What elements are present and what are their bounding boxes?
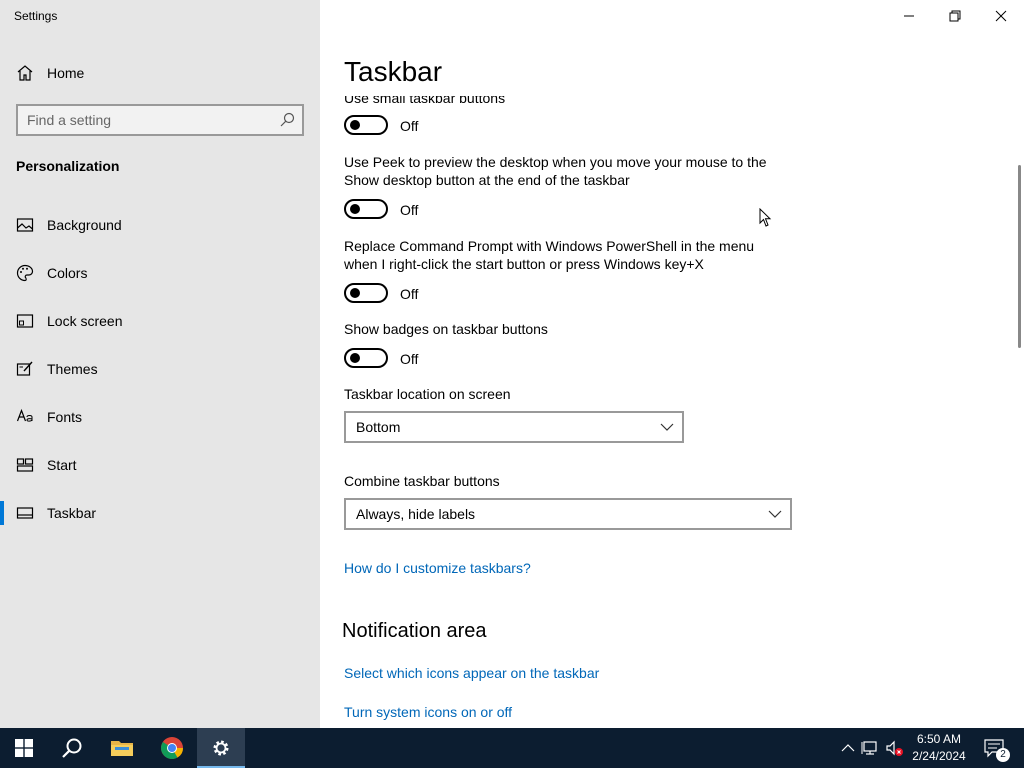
toggle-knob	[350, 204, 360, 214]
clock-time: 6:50 AM	[916, 732, 962, 746]
powershell-toggle[interactable]	[344, 283, 388, 303]
settings-taskbar-button[interactable]	[197, 728, 245, 768]
taskbar-location-dropdown[interactable]: Bottom	[344, 411, 684, 443]
taskbar: 6:50 AM 2/24/2024 2	[0, 728, 1024, 768]
search-input[interactable]	[18, 112, 268, 128]
sidebar-item-taskbar[interactable]: Taskbar	[0, 493, 320, 533]
sidebar-item-label: Themes	[47, 361, 98, 377]
minimize-button[interactable]	[886, 0, 932, 32]
search-box[interactable]	[16, 104, 304, 136]
selection-indicator	[0, 501, 4, 525]
search-icon	[62, 738, 82, 758]
close-icon	[995, 10, 1007, 22]
sidebar-item-themes[interactable]: Themes	[0, 349, 320, 389]
sidebar: Settings Home Personalization Background…	[0, 0, 320, 728]
clock-date: 2/24/2024	[912, 749, 966, 763]
windows-logo-icon	[15, 739, 33, 757]
font-icon	[16, 408, 33, 422]
dropdown-value: Bottom	[356, 419, 401, 435]
section-heading: Personalization	[16, 158, 120, 174]
gear-icon	[213, 740, 229, 756]
sidebar-item-label: Taskbar	[47, 505, 97, 521]
network-icon[interactable]	[861, 738, 881, 758]
small-buttons-toggle[interactable]	[344, 115, 388, 135]
palette-icon	[16, 264, 34, 282]
chrome-icon	[161, 737, 183, 759]
sidebar-item-label: Colors	[47, 265, 88, 281]
close-button[interactable]	[978, 0, 1024, 32]
sidebar-item-home[interactable]: Home	[0, 58, 320, 88]
mouse-cursor-icon	[759, 208, 772, 227]
badges-toggle[interactable]	[344, 348, 388, 368]
location-label: Taskbar location on screen	[344, 386, 511, 402]
picture-icon	[16, 218, 34, 232]
speaker-muted-icon[interactable]	[885, 738, 905, 758]
file-explorer-button[interactable]	[98, 728, 146, 768]
start-icon	[16, 458, 34, 472]
sidebar-item-background[interactable]: Background	[0, 205, 320, 245]
action-center-button[interactable]: 2	[978, 728, 1018, 768]
notification-area-heading: Notification area	[342, 620, 487, 642]
sidebar-item-label: Fonts	[47, 409, 83, 425]
toggle-state-label: Off	[400, 351, 419, 367]
peek-toggle[interactable]	[344, 199, 388, 219]
main-content: Use small taskbar buttons Off Use Peek t…	[320, 0, 1024, 728]
dropdown-value: Always, hide labels	[356, 506, 476, 522]
system-icons-link[interactable]: Turn system icons on or off	[344, 704, 512, 720]
brush-icon	[16, 361, 33, 376]
sidebar-item-colors[interactable]: Colors	[0, 253, 320, 293]
sidebar-item-label: Start	[47, 457, 77, 473]
chevron-down-icon	[768, 510, 782, 518]
scrollbar-thumb[interactable]	[1018, 165, 1021, 348]
chevron-up-icon[interactable]	[838, 738, 858, 758]
setting-label-small-buttons: Use small taskbar buttons	[344, 90, 506, 106]
search-icon[interactable]	[279, 112, 295, 128]
setting-label-badges: Show badges on taskbar buttons	[344, 321, 548, 337]
combine-buttons-dropdown[interactable]: Always, hide labels	[344, 498, 792, 530]
sidebar-item-lock-screen[interactable]: Lock screen	[0, 301, 320, 341]
toggle-knob	[350, 353, 360, 363]
chrome-button[interactable]	[148, 728, 196, 768]
sidebar-item-start[interactable]: Start	[0, 445, 320, 485]
app-title: Settings	[14, 9, 58, 23]
folder-icon	[111, 741, 133, 756]
minimize-icon	[904, 15, 914, 17]
taskbar-icon	[16, 507, 34, 519]
select-icons-link[interactable]: Select which icons appear on the taskbar	[344, 665, 599, 681]
restore-button[interactable]	[932, 0, 978, 32]
combine-label: Combine taskbar buttons	[344, 473, 500, 489]
sidebar-item-fonts[interactable]: Fonts	[0, 397, 320, 437]
setting-label-powershell: Replace Command Prompt with Windows Powe…	[344, 238, 755, 272]
notification-count-badge: 2	[996, 748, 1010, 762]
customize-taskbars-link[interactable]: How do I customize taskbars?	[344, 560, 531, 576]
sidebar-item-label: Home	[47, 65, 85, 81]
lock-screen-icon	[16, 314, 34, 328]
start-button[interactable]	[0, 728, 48, 768]
home-icon	[17, 65, 33, 81]
taskbar-search-button[interactable]	[48, 728, 96, 768]
chevron-down-icon	[660, 423, 674, 431]
page-title: Taskbar	[344, 56, 1004, 90]
toggle-state-label: Off	[400, 286, 419, 302]
toggle-state-label: Off	[400, 202, 419, 218]
sidebar-item-label: Background	[47, 217, 122, 233]
toggle-state-label: Off	[400, 118, 419, 134]
toggle-knob	[350, 120, 360, 130]
sidebar-item-label: Lock screen	[47, 313, 123, 329]
restore-icon	[949, 10, 961, 22]
system-clock[interactable]: 6:50 AM 2/24/2024	[906, 731, 972, 765]
setting-label-peek: Use Peek to preview the desktop when you…	[344, 154, 767, 188]
toggle-knob	[350, 288, 360, 298]
